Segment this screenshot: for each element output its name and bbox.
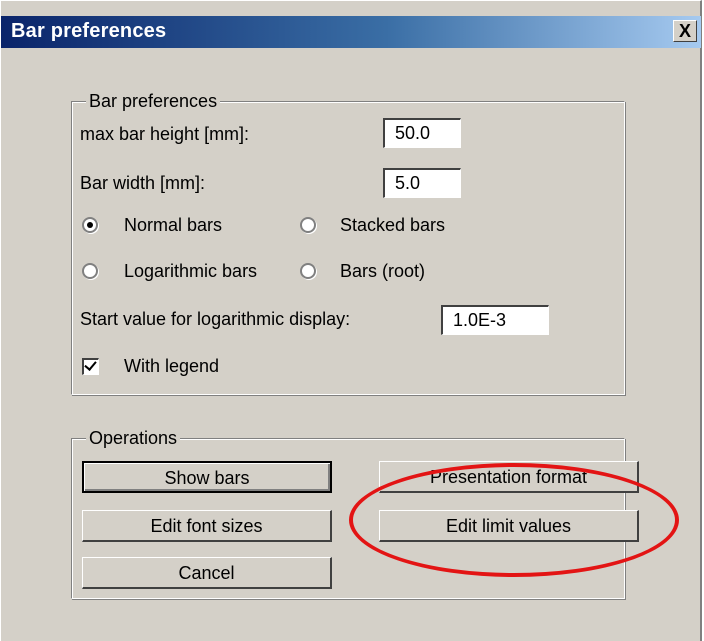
- radio-selected-dot-icon: [87, 222, 93, 228]
- close-button[interactable]: X: [673, 20, 697, 42]
- bar-preferences-dialog: Bar preferences X Bar preferences max ba…: [0, 0, 702, 641]
- edit-limit-values-button[interactable]: Edit limit values: [379, 510, 639, 542]
- with-legend-checkbox[interactable]: [82, 358, 99, 375]
- bar-width-label: Bar width [mm]:: [80, 173, 206, 193]
- radio-normal-bars-button[interactable]: [82, 217, 98, 233]
- max-bar-height-label: max bar height [mm]:: [80, 124, 250, 144]
- radio-bars-root-button[interactable]: [300, 263, 316, 279]
- cancel-button[interactable]: Cancel: [82, 557, 332, 589]
- radio-stacked-bars-label[interactable]: Stacked bars: [340, 214, 445, 236]
- bar-width-field[interactable]: 5.0: [383, 168, 461, 198]
- show-bars-button[interactable]: Show bars: [82, 461, 332, 493]
- start-value-field[interactable]: 1.0E-3: [441, 305, 549, 335]
- operations-group: Operations Show bars Presentation format…: [71, 426, 639, 599]
- start-value-label: Start value for logarithmic display:: [80, 309, 351, 329]
- radio-normal-bars-label[interactable]: Normal bars: [124, 214, 222, 236]
- window-title: Bar preferences: [11, 20, 167, 42]
- operations-group-legend: Operations: [86, 426, 181, 450]
- max-bar-height-field[interactable]: 50.0: [383, 118, 461, 148]
- radio-logarithmic-bars-button[interactable]: [82, 263, 98, 279]
- bar-preferences-group-legend: Bar preferences: [86, 89, 221, 113]
- checkmark-icon: [84, 358, 97, 371]
- close-icon: X: [678, 21, 691, 41]
- with-legend-label[interactable]: With legend: [124, 355, 219, 377]
- title-bar[interactable]: Bar preferences X: [1, 16, 701, 48]
- radio-stacked-bars-button[interactable]: [300, 217, 316, 233]
- radio-logarithmic-bars-label[interactable]: Logarithmic bars: [124, 260, 257, 282]
- edit-font-sizes-button[interactable]: Edit font sizes: [82, 510, 332, 542]
- presentation-format-button[interactable]: Presentation format: [379, 461, 639, 493]
- bar-preferences-group: Bar preferences max bar height [mm]: 50.…: [71, 89, 625, 395]
- radio-bars-root-label[interactable]: Bars (root): [340, 260, 425, 282]
